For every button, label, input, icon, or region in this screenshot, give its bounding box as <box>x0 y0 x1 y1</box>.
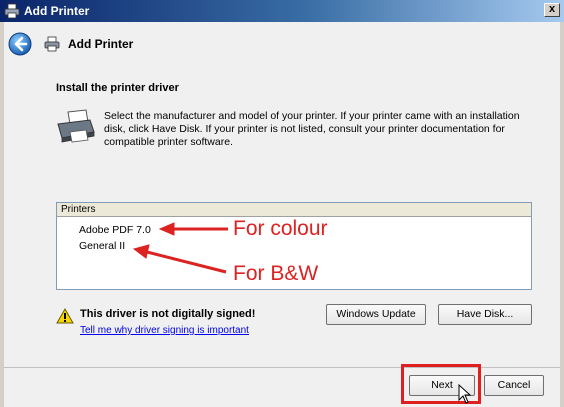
printer-icon <box>4 3 20 19</box>
instructions-text: Select the manufacturer and model of you… <box>104 110 520 148</box>
warning-icon <box>56 308 74 324</box>
have-disk-button[interactable]: Have Disk... <box>438 304 532 325</box>
wizard-header: Add Printer <box>4 22 560 64</box>
client-area: Add Printer Install the printer driver S… <box>4 22 560 407</box>
close-button[interactable]: x <box>544 3 560 17</box>
annotation-for-bw: For B&W <box>233 262 319 285</box>
back-arrow-icon[interactable] <box>8 32 32 56</box>
driver-signing-link[interactable]: Tell me why driver signing is important <box>80 325 249 336</box>
header-title: Add Printer <box>68 37 134 51</box>
title-bar[interactable]: Add Printer x <box>0 0 564 22</box>
add-printer-window: Add Printer x Add Printer Install the pr… <box>0 0 564 407</box>
window-title: Add Printer <box>24 4 90 18</box>
mouse-cursor-icon <box>458 384 472 404</box>
section-title: Install the printer driver <box>56 82 179 94</box>
printer-icon <box>44 36 60 52</box>
printer-icon <box>57 109 95 143</box>
list-item-adobe-pdf[interactable]: Adobe PDF 7.0 <box>79 223 151 237</box>
printers-column-header[interactable]: Printers <box>57 203 531 217</box>
list-item-general-ii[interactable]: General II <box>79 239 125 253</box>
cancel-button[interactable]: Cancel <box>484 375 544 396</box>
annotation-for-colour: For colour <box>233 217 328 240</box>
windows-update-button[interactable]: Windows Update <box>326 304 426 325</box>
unsigned-driver-warning: This driver is not digitally signed! <box>80 308 256 320</box>
